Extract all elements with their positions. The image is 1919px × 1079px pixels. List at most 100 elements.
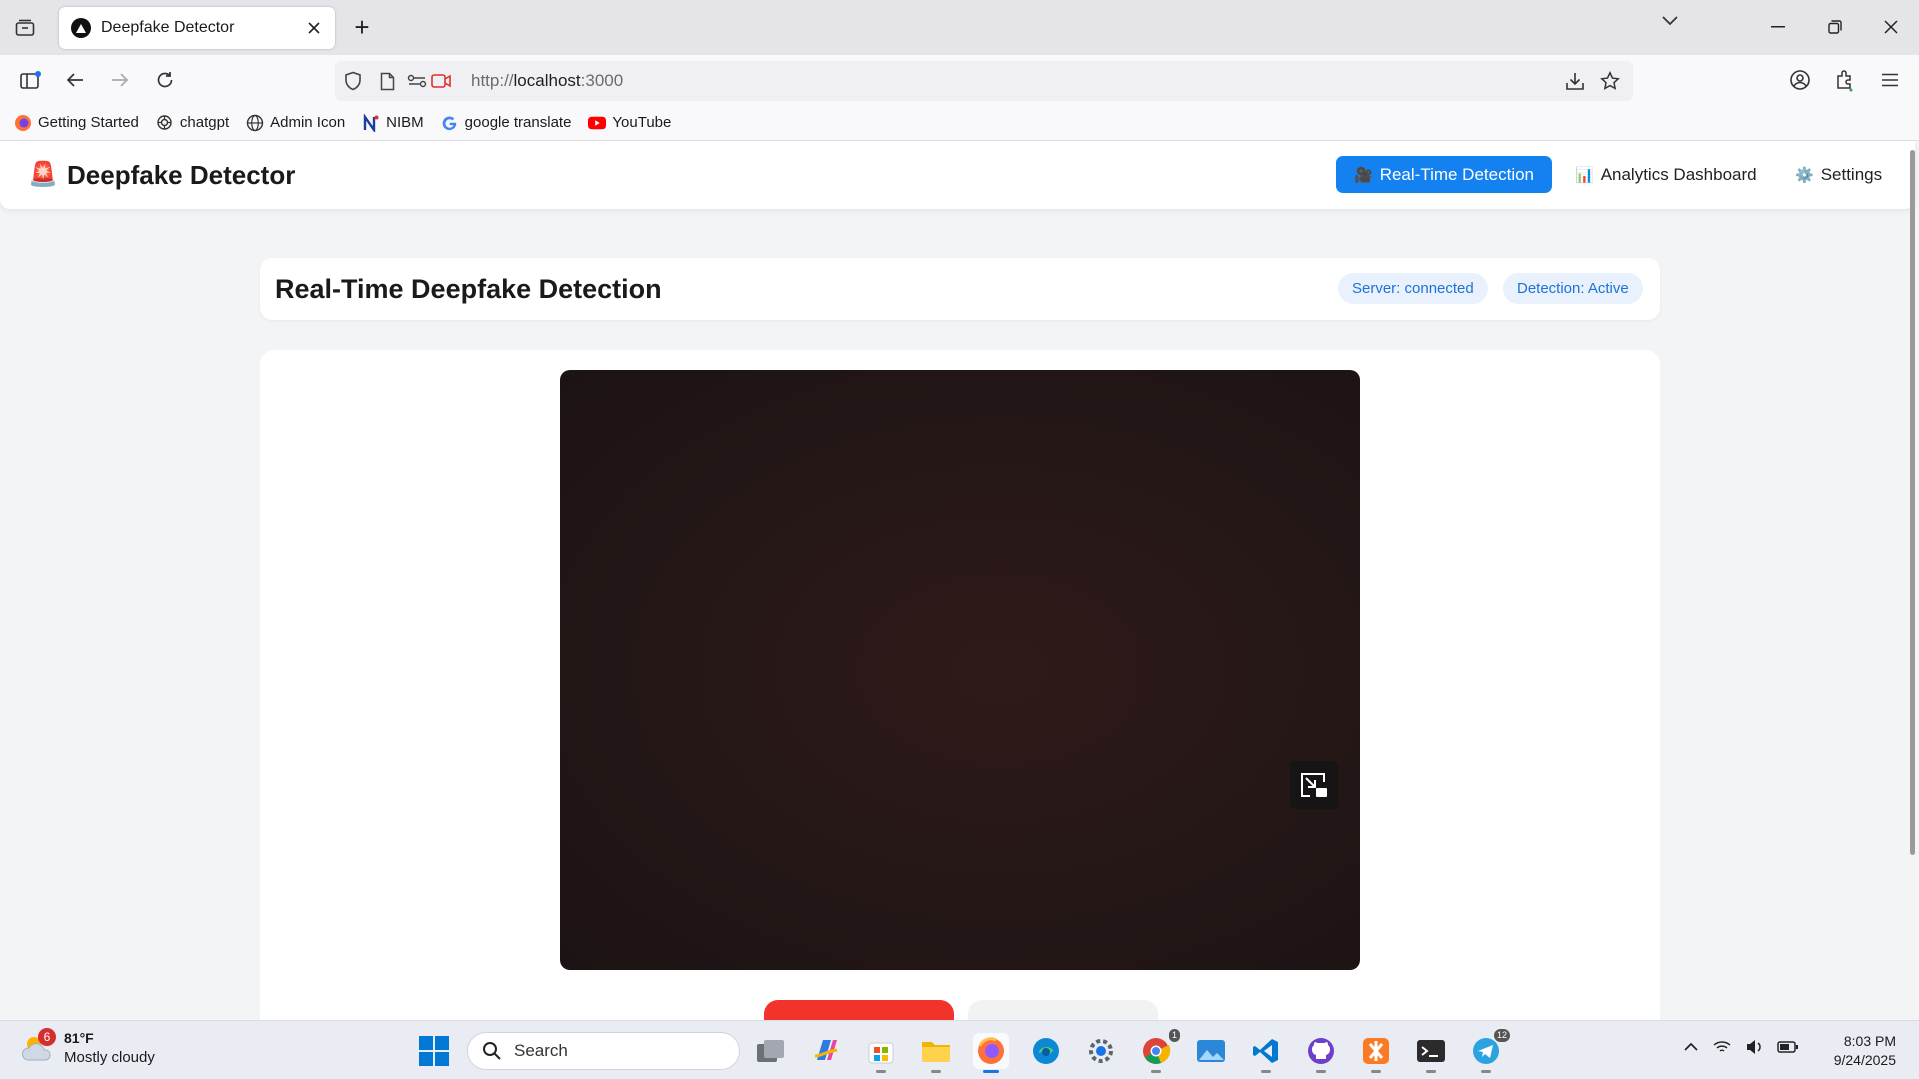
picture-in-picture-icon[interactable] <box>1290 761 1338 809</box>
detection-status-badge: Detection: Active <box>1503 273 1643 304</box>
youtube-icon <box>588 114 607 132</box>
account-icon[interactable] <box>1787 67 1813 93</box>
bookmark-label: Getting Started <box>38 114 139 131</box>
cloudy-weather-icon: 6 <box>20 1028 56 1066</box>
camera-in-use-icon[interactable] <box>431 71 451 91</box>
nav-settings[interactable]: ⚙️ Settings <box>1777 156 1900 193</box>
sidebar-toggle-icon[interactable] <box>18 67 44 93</box>
url-bar[interactable]: http://localhost:3000 <box>335 61 1633 101</box>
bookmark-label: NIBM <box>386 114 424 131</box>
chrome-icon[interactable]: 1 <box>1138 1029 1180 1073</box>
task-view-icon[interactable] <box>753 1033 789 1069</box>
bookmark-label: chatgpt <box>179 114 230 131</box>
url-scheme: http:// <box>471 71 514 90</box>
show-hidden-icons-icon[interactable] <box>1683 1042 1699 1052</box>
battery-icon[interactable] <box>1777 1040 1799 1054</box>
weather-temperature: 81°F <box>64 1030 94 1046</box>
bookmark-label: YouTube <box>612 114 672 131</box>
terminal-icon[interactable] <box>1413 1033 1449 1073</box>
search-icon <box>482 1041 502 1061</box>
weather-alert-badge: 6 <box>38 1028 56 1046</box>
clock-time: 8:03 PM <box>1843 1033 1896 1049</box>
bookmarks-toolbar: Getting Started chatgpt Admin Icon NIBM … <box>0 105 1919 141</box>
restore-icon[interactable] <box>1822 14 1848 40</box>
bookmark-star-icon[interactable] <box>1600 71 1620 91</box>
github-desktop-icon[interactable] <box>1303 1033 1339 1073</box>
bookmark-chatgpt[interactable]: chatgpt <box>156 114 229 132</box>
search-placeholder: Search <box>514 1041 568 1060</box>
windows-start-icon[interactable] <box>418 1035 450 1067</box>
browser-nav-bar: http://localhost:3000 <box>0 55 1919 105</box>
running-indicator <box>1316 1070 1326 1073</box>
weather-description: Mostly cloudy <box>64 1049 155 1066</box>
gear-icon: ⚙️ <box>1795 166 1814 184</box>
forward-icon[interactable] <box>107 67 133 93</box>
bookmark-google-translate[interactable]: google translate <box>441 114 572 132</box>
taskbar-search-input[interactable]: Search <box>467 1032 740 1070</box>
page-info-icon[interactable] <box>377 71 397 91</box>
photos-icon[interactable] <box>1193 1033 1229 1069</box>
running-indicator <box>1261 1070 1271 1073</box>
clock-date: 9/24/2025 <box>1833 1052 1896 1068</box>
bookmark-label: google translate <box>464 114 572 131</box>
permissions-icon[interactable] <box>407 71 427 91</box>
browser-tab-active[interactable]: Deepfake Detector <box>59 7 335 49</box>
firefox-icon <box>14 114 32 132</box>
weather-widget[interactable]: 6 81°F Mostly cloudy <box>20 1028 155 1067</box>
wifi-icon[interactable] <box>1713 1040 1731 1054</box>
tab-title: Deepfake Detector <box>101 19 235 36</box>
video-card <box>260 350 1660 1079</box>
close-window-icon[interactable] <box>1878 14 1904 40</box>
reload-icon[interactable] <box>152 67 178 93</box>
url-text[interactable]: http://localhost:3000 <box>471 71 623 91</box>
nibm-icon <box>362 113 380 132</box>
nav-real-time-detection[interactable]: 🎥 Real-Time Detection <box>1336 156 1552 193</box>
menu-icon[interactable] <box>1877 67 1903 93</box>
server-status-badge: Server: connected <box>1338 273 1488 304</box>
vscode-icon[interactable] <box>1248 1033 1284 1073</box>
tab-list-icon[interactable] <box>12 15 38 41</box>
nav-analytics-dashboard[interactable]: 📊 Analytics Dashboard <box>1557 156 1775 193</box>
extensions-icon[interactable] <box>1832 67 1858 93</box>
google-icon <box>441 114 459 132</box>
openai-icon <box>156 114 174 132</box>
running-indicator <box>983 1070 999 1073</box>
bookmark-nibm[interactable]: NIBM <box>362 113 424 132</box>
bar-chart-icon: 📊 <box>1575 166 1594 184</box>
telegram-badge: 12 <box>1493 1029 1510 1042</box>
firefox-taskbar-icon[interactable] <box>973 1033 1009 1073</box>
globe-icon <box>246 114 264 132</box>
url-port: :3000 <box>580 71 624 90</box>
bookmark-getting-started[interactable]: Getting Started <box>14 114 139 132</box>
browser-tab-bar: Deepfake Detector + <box>0 0 1919 55</box>
file-explorer-icon[interactable] <box>918 1033 954 1073</box>
shield-icon[interactable] <box>343 71 363 91</box>
microsoft-store-icon[interactable] <box>863 1033 899 1073</box>
page-scrollbar[interactable] <box>1910 150 1915 855</box>
edge-icon[interactable] <box>1028 1033 1064 1069</box>
close-tab-icon[interactable] <box>305 19 323 37</box>
page-header-card: Real-Time Deepfake Detection Server: con… <box>260 258 1660 320</box>
copilot-icon[interactable] <box>808 1033 844 1069</box>
xampp-icon[interactable] <box>1358 1033 1394 1073</box>
running-indicator <box>876 1070 886 1073</box>
webcam-video[interactable] <box>560 370 1360 970</box>
nav-label: Real-Time Detection <box>1379 164 1534 184</box>
bookmark-youtube[interactable]: YouTube <box>588 114 671 132</box>
save-to-pocket-icon[interactable] <box>1565 71 1585 91</box>
new-tab-button[interactable]: + <box>349 14 375 40</box>
settings-gear-icon[interactable] <box>1083 1033 1119 1069</box>
bookmark-label: Admin Icon <box>270 114 346 131</box>
running-indicator <box>931 1070 941 1073</box>
volume-icon[interactable] <box>1745 1039 1763 1055</box>
back-icon[interactable] <box>62 67 88 93</box>
app-header: 🚨 Deepfake Detector 🎥 Real-Time Detectio… <box>0 141 1915 209</box>
bookmark-admin-icon[interactable]: Admin Icon <box>246 114 345 132</box>
system-clock[interactable]: 8:03 PM 9/24/2025 <box>1828 1032 1896 1070</box>
running-indicator <box>1426 1070 1436 1073</box>
chevron-down-icon[interactable] <box>1661 15 1679 27</box>
minimize-icon[interactable] <box>1765 14 1791 40</box>
app-title: Deepfake Detector <box>67 160 296 190</box>
telegram-icon[interactable]: 12 <box>1468 1029 1510 1073</box>
running-indicator <box>1481 1070 1491 1073</box>
